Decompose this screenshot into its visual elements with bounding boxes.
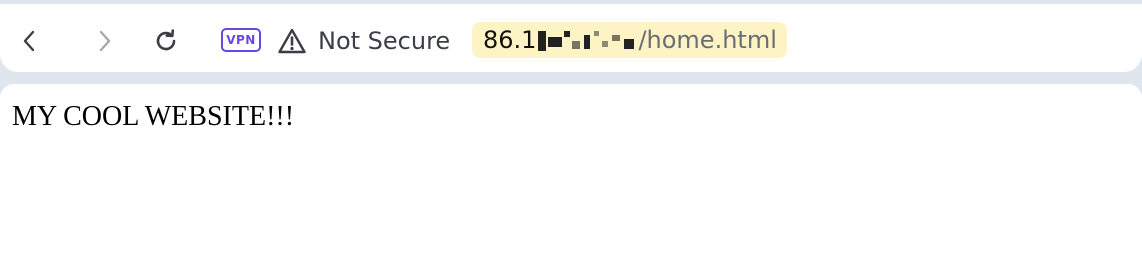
- back-button[interactable]: [15, 26, 45, 56]
- security-status-text[interactable]: Not Secure: [318, 25, 450, 57]
- chevron-right-icon: [99, 30, 111, 52]
- page-content: MY COOL WEBSITE!!!: [0, 84, 1142, 276]
- url-host: 86.1: [483, 26, 537, 54]
- browser-toolbar: VPN Not Secure 86.1 /home.html: [0, 4, 1142, 72]
- url-redaction: [536, 27, 638, 53]
- reload-icon: [156, 29, 176, 51]
- warning-triangle-icon[interactable]: [278, 28, 306, 54]
- forward-button[interactable]: [89, 26, 119, 56]
- address-bar[interactable]: 86.1 /home.html: [472, 22, 787, 58]
- reload-button[interactable]: [151, 26, 181, 56]
- url-path: /home.html: [638, 26, 777, 54]
- chevron-left-icon: [23, 30, 35, 52]
- vpn-badge[interactable]: VPN: [221, 28, 261, 52]
- page-heading: MY COOL WEBSITE!!!: [12, 101, 295, 132]
